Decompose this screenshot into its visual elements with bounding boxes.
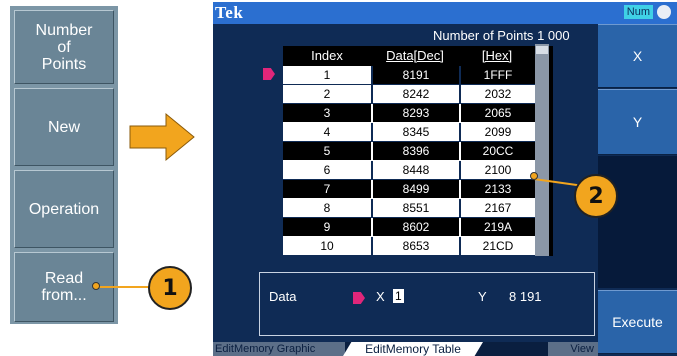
points-label: Number of Points	[433, 28, 534, 43]
table-row[interactable]: 6 8448 2100	[283, 161, 535, 180]
cell-hex: 2100	[459, 161, 535, 180]
cell-index: 4	[283, 123, 371, 142]
table-row[interactable]: 5 8396 20CC	[283, 142, 535, 161]
softkey-x[interactable]: X	[598, 24, 677, 88]
y-value: 8 191	[509, 289, 542, 304]
cell-dec: 8191	[371, 66, 459, 85]
softkey-y[interactable]: Y	[598, 89, 677, 155]
y-label: Y	[478, 289, 487, 304]
cell-dec: 8293	[371, 104, 459, 123]
table-row[interactable]: 2 8242 2032	[283, 85, 535, 104]
softkey-execute[interactable]: Execute	[598, 290, 677, 354]
cell-hex: 20CC	[459, 142, 535, 161]
cell-dec: 8242	[371, 85, 459, 104]
softkey-label: X	[632, 48, 643, 64]
cell-dec: 8345	[371, 123, 459, 142]
left-softkey-panel: Number of Points New Operation Read from…	[10, 6, 118, 324]
callout-1-leader	[96, 286, 150, 288]
data-label: Data	[269, 289, 297, 304]
num-lock-indicator: Num	[623, 5, 653, 19]
callout-2: 2	[574, 174, 618, 218]
cell-hex: 2065	[459, 104, 535, 123]
callout-2-dot	[530, 172, 538, 180]
right-arrow-icon	[129, 112, 195, 162]
softkey-label: Operation	[28, 200, 100, 218]
row-cursor-icon	[263, 68, 275, 80]
softkey-new[interactable]: New	[14, 88, 114, 166]
softkey-label: Number of Points	[35, 21, 93, 73]
callout-1-dot	[92, 282, 100, 290]
table-row[interactable]: 1 8191 1FFF	[283, 66, 535, 85]
table-scrollbar[interactable]	[535, 44, 549, 256]
cell-dec: 8653	[371, 237, 459, 256]
tab-editmemory-table[interactable]: EditMemory Table	[343, 342, 483, 356]
table-row[interactable]: 4 8345 2099	[283, 123, 535, 142]
cell-dec: 8499	[371, 180, 459, 199]
cell-index: 5	[283, 142, 371, 161]
callout-1: 1	[148, 266, 192, 310]
column-header-hex: [Hex]	[481, 48, 513, 63]
column-header-index: Index	[311, 48, 343, 63]
softkey-label: Execute	[612, 314, 663, 330]
cell-index: 7	[283, 180, 371, 199]
cell-index: 9	[283, 218, 371, 237]
cell-dec: 8551	[371, 199, 459, 218]
tab-view[interactable]: View	[548, 342, 598, 356]
cell-index: 1	[283, 66, 371, 85]
tab-editmemory-graphic[interactable]: EditMemory Graphic	[213, 342, 345, 356]
cell-index: 8	[283, 199, 371, 218]
points-header: Number of Points 1 000	[433, 28, 570, 43]
cell-index: 3	[283, 104, 371, 123]
x-label: X	[376, 289, 385, 304]
cell-hex: 2133	[459, 180, 535, 199]
softkey-empty	[598, 156, 677, 288]
softkey-operation[interactable]: Operation	[14, 170, 114, 248]
cell-dec: 8448	[371, 161, 459, 180]
cell-dec: 8602	[371, 218, 459, 237]
softkey-number-of-points[interactable]: Number of Points	[14, 10, 114, 84]
softkey-label: New	[47, 118, 80, 136]
cell-hex: 2099	[459, 123, 535, 142]
table-row[interactable]: 9 8602 219A	[283, 218, 535, 237]
column-header-dec: Data[Dec]	[386, 48, 444, 63]
cell-hex: 2167	[459, 199, 535, 218]
status-icon	[657, 5, 671, 19]
table-header: Index Data[Dec] [Hex]	[283, 46, 535, 66]
table-row[interactable]: 7 8499 2133	[283, 180, 535, 199]
x-value-field[interactable]: 1	[393, 289, 404, 303]
table-row[interactable]: 10 8653 21CD	[283, 237, 535, 256]
cell-hex: 1FFF	[459, 66, 535, 85]
points-value: 1 000	[537, 28, 570, 43]
table-row[interactable]: 8 8551 2167	[283, 199, 535, 218]
softkey-label: Y	[632, 114, 643, 130]
cell-dec: 8396	[371, 142, 459, 161]
memory-table: Index Data[Dec] [Hex] 1 8191 1FFF 2 8242…	[283, 46, 553, 256]
callout-number: 2	[588, 183, 604, 209]
data-entry-box	[259, 272, 595, 336]
cell-hex: 21CD	[459, 237, 535, 256]
cell-index: 10	[283, 237, 371, 256]
status-bar: Tek Num	[213, 2, 677, 24]
cell-index: 2	[283, 85, 371, 104]
cell-hex: 2032	[459, 85, 535, 104]
cell-hex: 219A	[459, 218, 535, 237]
callout-number: 1	[162, 275, 178, 301]
table-row[interactable]: 3 8293 2065	[283, 104, 535, 123]
table-body: 1 8191 1FFF 2 8242 2032 3 8293 2065 4 83…	[283, 66, 535, 256]
softkey-label: Read from...	[41, 270, 87, 304]
scrollbar-thumb[interactable]	[536, 46, 548, 54]
brand-logo: Tek	[215, 3, 244, 22]
cell-index: 6	[283, 161, 371, 180]
